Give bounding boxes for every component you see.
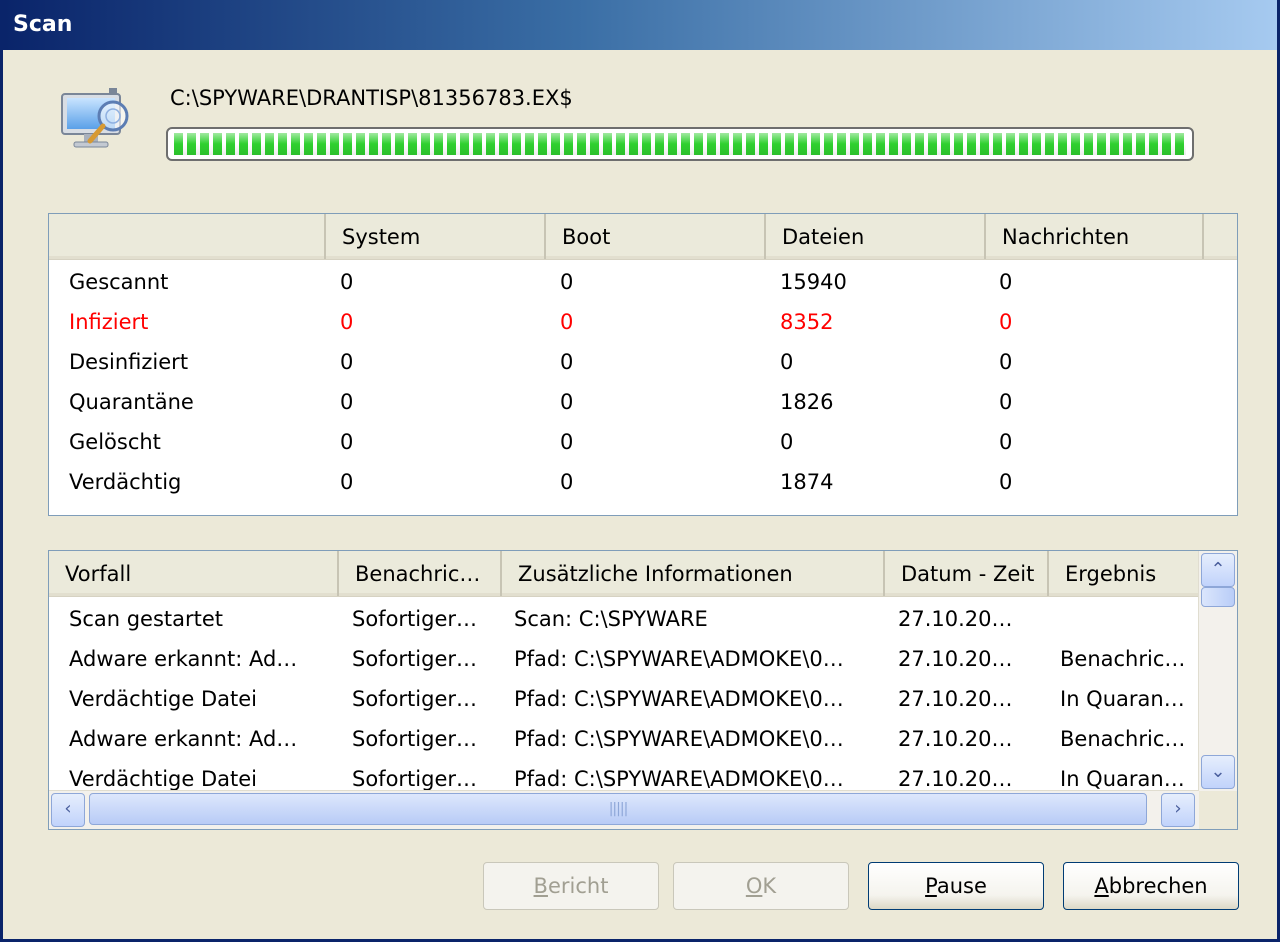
stat-nachrichten: 0 [999, 350, 1013, 374]
stat-boot: 0 [560, 390, 574, 414]
report-button[interactable]: Bericht [483, 862, 659, 910]
events-vertical-scrollbar[interactable]: ⌃ ⌄ [1198, 551, 1237, 791]
event-vorfall: Verdächtige Datei [69, 687, 257, 711]
stat-boot: 0 [560, 350, 574, 374]
stat-nachrichten: 0 [999, 470, 1013, 494]
chevron-down-icon[interactable]: ⌄ [1201, 755, 1235, 789]
stat-dateien: 0 [780, 350, 794, 374]
event-benachrichtigung: Sofortiger… [352, 727, 478, 751]
statistics-table: System Boot Dateien Nachrichten Gescannt… [48, 213, 1238, 516]
stat-label: Desinfiziert [69, 350, 189, 374]
current-scan-path: C:\SPYWARE\DRANTISP\81356783.EX$ [170, 86, 573, 110]
events-header-benachrichtigung[interactable]: Benachric… [337, 551, 500, 596]
vertical-scroll-thumb[interactable] [1201, 587, 1235, 607]
event-vorfall: Adware erkannt: Ad… [69, 647, 298, 671]
statistics-header: System Boot Dateien Nachrichten [49, 214, 1237, 260]
event-row[interactable]: Adware erkannt: Ad… Sofortiger… Pfad: C:\S… [49, 719, 1199, 759]
events-header-datum[interactable]: Datum - Zeit [883, 551, 1047, 596]
stats-row: Desinfiziert 0 0 0 0 [49, 342, 1237, 382]
stat-label: Gescannt [69, 270, 169, 294]
stat-dateien: 1874 [780, 470, 834, 494]
stat-label: Infiziert [69, 310, 149, 334]
stat-nachrichten: 0 [999, 310, 1013, 334]
stat-boot: 0 [560, 310, 574, 334]
stat-system: 0 [340, 310, 354, 334]
stat-boot: 0 [560, 470, 574, 494]
stats-header-boot[interactable]: Boot [544, 214, 764, 259]
event-info: Pfad: C:\SPYWARE\ADMOKE\0… [514, 727, 844, 751]
stat-label: Verdächtig [69, 470, 182, 494]
stat-dateien: 8352 [780, 310, 834, 334]
event-benachrichtigung: Sofortiger… [352, 687, 478, 711]
stat-label: Gelöscht [69, 430, 161, 454]
stat-nachrichten: 0 [999, 430, 1013, 454]
stat-system: 0 [340, 350, 354, 374]
stats-row: Gescannt 0 0 15940 0 [49, 262, 1237, 302]
events-header-vorfall[interactable]: Vorfall [49, 551, 337, 596]
cancel-button[interactable]: Abbrechen [1063, 862, 1239, 910]
event-ergebnis: Benachric… [1060, 647, 1186, 671]
stat-boot: 0 [560, 430, 574, 454]
stats-row: Verdächtig 0 0 1874 0 [49, 462, 1237, 502]
stat-system: 0 [340, 470, 354, 494]
event-vorfall: Adware erkannt: Ad… [69, 727, 298, 751]
event-row[interactable]: Verdächtige Datei Sofortiger… Pfad: C:\SPY… [49, 679, 1199, 719]
event-info: Pfad: C:\SPYWARE\ADMOKE\0… [514, 687, 844, 711]
event-datum: 27.10.20… [898, 687, 1013, 711]
stats-row: Gelöscht 0 0 0 0 [49, 422, 1237, 462]
event-datum: 27.10.20… [898, 607, 1013, 631]
scrollbar-corner [1199, 791, 1237, 829]
stats-header-nachrichten[interactable]: Nachrichten [984, 214, 1204, 259]
stats-row: Quarantäne 0 0 1826 0 [49, 382, 1237, 422]
window-title: Scan [13, 12, 73, 37]
chevron-right-icon[interactable]: › [1161, 793, 1195, 827]
event-ergebnis: In Quaran… [1060, 687, 1185, 711]
chevron-up-icon[interactable]: ⌃ [1201, 553, 1235, 587]
monitor-magnifier-icon [61, 88, 129, 148]
stat-nachrichten: 0 [999, 390, 1013, 414]
event-datum: 27.10.20… [898, 647, 1013, 671]
stats-header-system[interactable]: System [324, 214, 544, 259]
stat-dateien: 1826 [780, 390, 834, 414]
event-ergebnis: Benachric… [1060, 727, 1186, 751]
horizontal-scroll-thumb[interactable]: ||||| [89, 793, 1147, 825]
stat-system: 0 [340, 390, 354, 414]
event-row[interactable]: Adware erkannt: Ad… Sofortiger… Pfad: C:\S… [49, 639, 1199, 679]
event-benachrichtigung: Sofortiger… [352, 607, 478, 631]
stats-row: Infiziert 0 0 8352 0 [49, 302, 1237, 342]
events-horizontal-scrollbar[interactable]: ‹ ||||| › [49, 790, 1199, 829]
stats-header-dateien[interactable]: Dateien [764, 214, 984, 259]
chevron-left-icon[interactable]: ‹ [51, 793, 85, 827]
event-vorfall: Scan gestartet [69, 607, 224, 631]
stats-header-empty[interactable] [49, 214, 324, 259]
stat-dateien: 15940 [780, 270, 847, 294]
events-header: Vorfall Benachric… Zusätzliche Informati… [49, 551, 1237, 597]
progress-fill [174, 133, 1186, 155]
stat-system: 0 [340, 270, 354, 294]
event-benachrichtigung: Sofortiger… [352, 647, 478, 671]
pause-button[interactable]: Pause [868, 862, 1044, 910]
event-datum: 27.10.20… [898, 727, 1013, 751]
events-list: Vorfall Benachric… Zusätzliche Informati… [48, 550, 1238, 830]
scan-progress-bar [166, 127, 1194, 161]
title-bar[interactable]: Scan [3, 0, 1277, 50]
ok-button[interactable]: OK [673, 862, 849, 910]
event-row[interactable]: Scan gestartet Sofortiger… Scan: C:\SPYWAR… [49, 599, 1199, 639]
stat-boot: 0 [560, 270, 574, 294]
scan-window: Scan C:\SPYWARE\DRANTISP\81356783.EX$ Sy… [0, 0, 1280, 942]
stat-label: Quarantäne [69, 390, 194, 414]
events-header-info[interactable]: Zusätzliche Informationen [500, 551, 883, 596]
stat-system: 0 [340, 430, 354, 454]
stat-nachrichten: 0 [999, 270, 1013, 294]
event-info: Pfad: C:\SPYWARE\ADMOKE\0… [514, 647, 844, 671]
stat-dateien: 0 [780, 430, 794, 454]
event-info: Scan: C:\SPYWARE [514, 607, 708, 631]
events-header-ergebnis[interactable]: Ergebnis [1047, 551, 1199, 596]
